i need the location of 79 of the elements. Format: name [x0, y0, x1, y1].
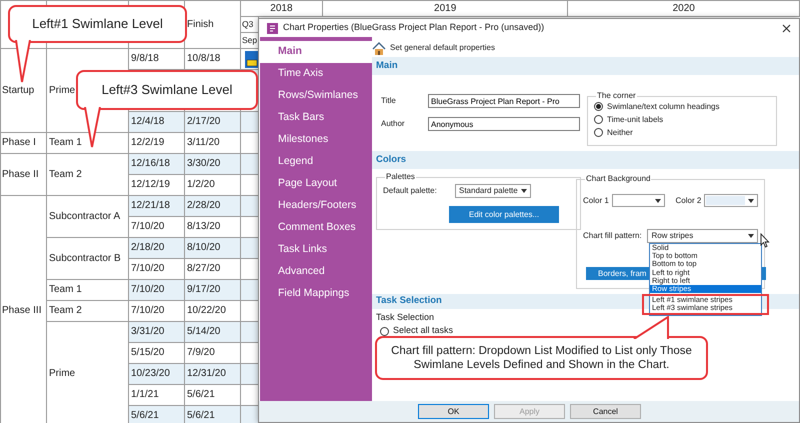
- table-cell: 2/18/20: [128, 238, 184, 258]
- dialog-button[interactable]: Cancel: [570, 404, 641, 419]
- table-cell: 12/21/18: [128, 196, 184, 216]
- table-cell: 5/14/20: [184, 322, 240, 342]
- swimlane-cell: Team 2: [46, 300, 128, 322]
- radio-button[interactable]: [594, 102, 603, 111]
- table-cell: 5/6/21: [184, 406, 240, 423]
- year-header-cell: 2020: [568, 2, 800, 16]
- field-label: Color 1: [583, 194, 609, 206]
- sidebar-item[interactable]: Rows/Swimlanes: [260, 85, 372, 107]
- field-label: Chart fill pattern:: [583, 230, 643, 242]
- year-header-cell: 2019: [322, 2, 568, 16]
- field-label: Title: [381, 95, 397, 107]
- table-cell: 5/6/21: [128, 406, 184, 423]
- dialog-button[interactable]: OK: [418, 404, 489, 419]
- callout: Left#3 Swimlane Level: [76, 70, 258, 110]
- edit-palettes-button[interactable]: Edit color palettes...: [449, 206, 559, 223]
- input-field[interactable]: BlueGrass Project Plan Report - Pro: [428, 94, 580, 108]
- radio-button[interactable]: [594, 115, 603, 124]
- table-cell: 10/23/20: [128, 364, 184, 384]
- table-cell: 8/10/20: [184, 238, 240, 258]
- sidebar-item[interactable]: Time Axis: [260, 63, 372, 85]
- swimlane-cell: Phase II: [0, 154, 46, 196]
- swimlane-cell: Team 1: [46, 280, 128, 300]
- sidebar-item[interactable]: Milestones: [260, 129, 372, 151]
- sidebar-item[interactable]: Legend: [260, 151, 372, 173]
- palette-dropdown[interactable]: Standard palette: [455, 184, 531, 198]
- caret-icon: [521, 189, 527, 193]
- table-cell: 3/31/20: [128, 322, 184, 342]
- swimlane-cell: Subcontractor A: [46, 196, 128, 238]
- section-header: Colors: [372, 151, 799, 169]
- fill-pattern-dropdown[interactable]: Row stripes: [647, 229, 758, 243]
- swimlane-cell: Phase III: [0, 196, 46, 423]
- table-cell: 12/4/18: [128, 112, 184, 132]
- sidebar-item[interactable]: Task Bars: [260, 107, 372, 129]
- page-subtitle: Set general default properties: [390, 42, 495, 54]
- table-cell: 2/28/20: [184, 196, 240, 216]
- sidebar-item[interactable]: Advanced: [260, 261, 372, 283]
- sidebar-item[interactable]: Task Links: [260, 239, 372, 261]
- caret-icon: [748, 198, 754, 202]
- year-header-cell: 2018: [242, 2, 323, 16]
- radio-label: Time-unit labels: [607, 114, 664, 126]
- table-cell: 7/10/20: [128, 280, 184, 300]
- app-icon: [267, 22, 278, 34]
- group-label: The corner: [596, 92, 637, 100]
- radio-label: Select all tasks: [393, 324, 454, 338]
- table-cell: 9/17/20: [184, 280, 240, 300]
- color-dropdown[interactable]: [704, 194, 758, 207]
- radio-button[interactable]: [380, 326, 389, 336]
- field-label: Color 2: [676, 194, 702, 206]
- field-label: Default palette:: [383, 185, 438, 197]
- swimlane-cell: Subcontractor B: [46, 238, 128, 280]
- sidebar-item[interactable]: Page Layout: [260, 173, 372, 195]
- callout-tail: [84, 107, 104, 148]
- input-field[interactable]: Anonymous: [428, 117, 580, 131]
- field-label: Task Selection: [376, 312, 434, 322]
- table-cell: 3/30/20: [184, 154, 240, 174]
- swimlane-cell: Team 2: [46, 154, 128, 196]
- table-cell: 12/31/20: [184, 364, 240, 384]
- radio-button[interactable]: [594, 128, 603, 137]
- section-header: Main: [372, 57, 799, 75]
- group-label: Chart Background: [585, 175, 652, 183]
- caret-icon: [654, 198, 661, 202]
- table-cell: 12/16/18: [128, 154, 184, 174]
- field-label: Author: [381, 118, 406, 130]
- radio-label: Swimlane/text column headings: [607, 100, 720, 112]
- house-icon: [372, 42, 386, 54]
- radio-label: Neither: [607, 126, 633, 138]
- callout-tail: [15, 40, 33, 83]
- table-cell: 2/17/20: [184, 112, 240, 132]
- sidebar-item[interactable]: Main: [260, 41, 372, 63]
- callout: Left#1 Swimlane Level: [8, 5, 187, 43]
- group-label: Palettes: [385, 173, 416, 181]
- swimlane-cell: Phase I: [0, 132, 46, 154]
- sidebar-item[interactable]: Field Mappings: [260, 283, 372, 305]
- close-icon[interactable]: [782, 24, 791, 32]
- sidebar-item[interactable]: Headers/Footers: [260, 195, 372, 217]
- color-dropdown[interactable]: [612, 194, 665, 207]
- window-title: Chart Properties (BlueGrass Project Plan Report - Pro (unsaved)): [283, 21, 544, 34]
